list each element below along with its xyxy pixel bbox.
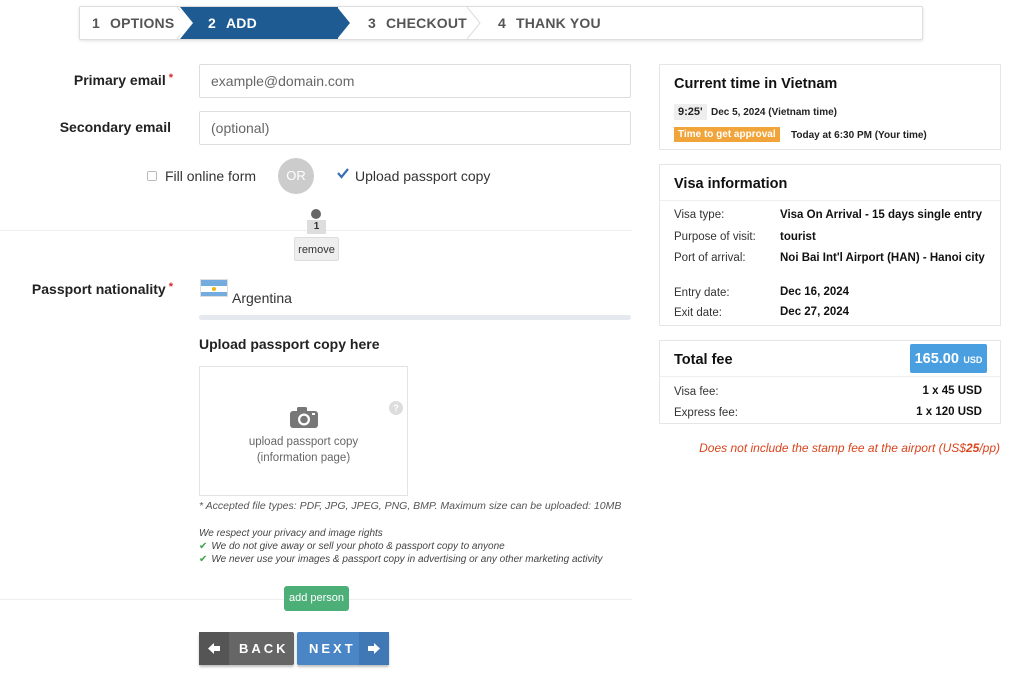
express-fee-label: Express fee: [674,407,738,419]
or-divider: OR [278,158,314,194]
current-time-value: 9:25' [674,104,707,120]
current-time-title: Current time in Vietnam [674,76,838,92]
upload-box-line1: upload passport copy [248,436,359,448]
purpose-label: Purpose of visit: [674,231,756,243]
exit-date-value: Dec 27, 2024 [780,306,850,318]
express-fee-value: 1 x 120 USD [916,406,982,418]
privacy-item: ✔ We do not give away or sell your photo … [199,541,505,552]
approval-time: Today at 6:30 PM (Your time) [791,130,927,141]
stamp-fee-note: Does not include the stamp fee at the ai… [699,441,1000,455]
upload-passport-label[interactable]: Upload passport copy [355,168,490,184]
step-separator [466,7,481,39]
entry-date-value: Dec 16, 2024 [780,286,850,298]
upload-box-line2: (information page) [256,452,351,464]
person-icon [311,209,321,219]
port-label: Port of arrival: [674,252,746,264]
step-options[interactable]: 1 OPTIONS [92,7,182,39]
privacy-title: We respect your privacy and image rights [199,528,383,539]
visa-fee-label: Visa fee: [674,386,719,398]
accepted-file-types: * Accepted file types: PDF, JPG, JPEG, P… [199,500,622,512]
checkout-stepper: 1 OPTIONS 2 ADD APPLICANT 3 CHECKOUT 4 THANK… [79,6,923,63]
visa-info-panel: Visa information Visa type: Visa On Arri… [659,164,1001,326]
check-icon: ✔ [199,554,208,565]
nationality-underline [199,315,631,320]
port-value: Noi Bai Int'l Airport (HAN) - Hanoi city [780,252,985,264]
primary-email-label: Primary email * [73,72,173,88]
approval-badge: Time to get approval [674,127,780,142]
total-fee-badge: 165.00 USD [910,344,987,373]
visa-info-title: Visa information [674,176,788,192]
back-arrow-icon [199,632,229,665]
upload-dropzone[interactable]: ? upload passport copy (information page… [199,366,408,496]
visa-type-label: Visa type: [674,209,725,221]
step-thank-you[interactable]: 4 THANK YOU [498,7,608,39]
purpose-value: tourist [780,231,816,243]
nationality-label: Passport nationality * [31,281,173,297]
panel-divider [660,376,1000,377]
checkmark-icon [337,168,349,179]
step-checkout[interactable]: 3 CHECKOUT [368,7,468,39]
fill-online-checkbox[interactable] [147,171,157,181]
visa-type-value: Visa On Arrival - 15 days single entry [780,209,982,221]
step-active-notch [180,7,193,39]
step-add-applicant[interactable]: 2 ADD APPLICANT [180,7,338,63]
total-fee-panel: Total fee 165.00 USD Visa fee: 1 x 45 US… [659,340,1001,424]
exit-date-label: Exit date: [674,307,722,319]
total-fee-currency: USD [963,355,983,365]
nationality-select[interactable]: Argentina [232,290,292,306]
next-arrow-icon [359,632,389,665]
argentina-flag-icon [200,279,228,297]
back-label: BACK [239,641,289,656]
entry-date-label: Entry date: [674,287,730,299]
camera-icon [290,407,318,428]
total-fee-amount: 165.00 [914,351,959,367]
primary-email-input[interactable] [199,64,631,98]
check-icon: ✔ [199,541,208,552]
privacy-item: ✔ We never use your images & passport cop… [199,554,603,565]
upload-help-icon[interactable]: ? [389,401,403,415]
current-date: Dec 5, 2024 (Vietnam time) [711,107,837,118]
secondary-email-label: Secondary email [59,119,171,135]
applicant-number-badge: 1 [307,220,326,234]
upload-passport-checkbox[interactable] [336,166,350,180]
total-fee-title: Total fee [674,352,733,368]
remove-applicant-button[interactable]: remove [294,237,339,261]
step-active-arrow [337,7,350,39]
panel-divider [660,200,1000,201]
secondary-email-input[interactable] [199,111,631,145]
fill-online-label[interactable]: Fill online form [165,168,256,184]
next-label: NEXT [309,641,356,656]
current-time-panel: Current time in Vietnam 9:25' Dec 5, 202… [659,64,1001,150]
visa-fee-value: 1 x 45 USD [922,385,982,397]
back-button[interactable]: BACK [199,632,294,665]
add-person-button[interactable]: add person [284,586,349,611]
upload-heading: Upload passport copy here [199,336,380,352]
next-button[interactable]: NEXT [297,632,389,665]
